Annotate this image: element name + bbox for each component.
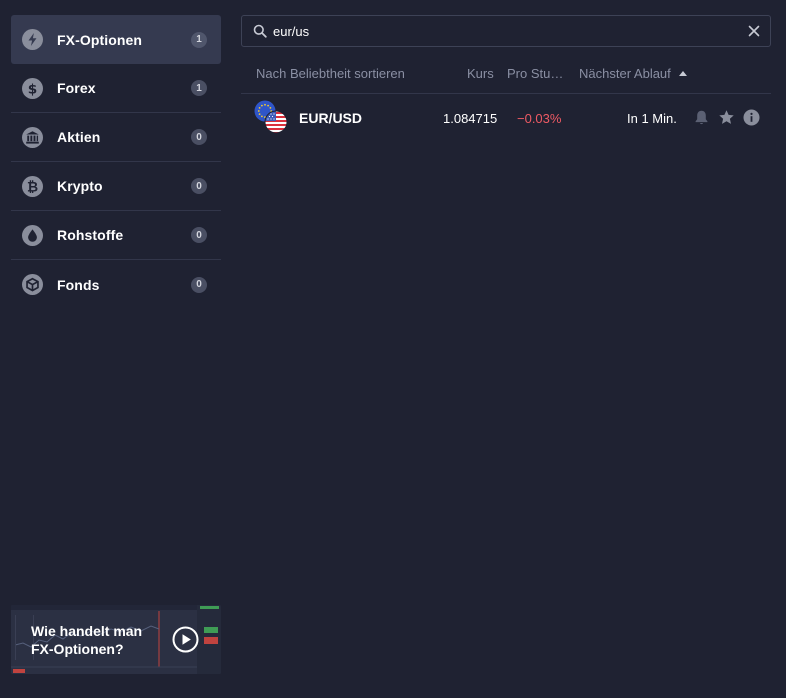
bitcoin-icon: ₿ xyxy=(22,175,43,197)
star-icon[interactable] xyxy=(718,109,735,126)
close-icon[interactable] xyxy=(748,25,760,37)
column-kurs[interactable]: Kurs xyxy=(467,66,494,81)
bank-icon xyxy=(22,126,43,148)
dollar-icon: $ xyxy=(22,77,43,99)
assets-panel: FX-Optionen 1 $ Forex 1 Aktien 0 ₿ Krypt… xyxy=(0,0,786,698)
column-next-expiry[interactable]: Nächster Ablauf xyxy=(579,66,671,81)
drop-icon xyxy=(22,224,43,246)
sidebar-item-label: FX-Optionen xyxy=(57,31,143,48)
hourly-change: −0.03% xyxy=(517,111,562,126)
svg-text:$: $ xyxy=(28,81,38,97)
sort-by-popularity[interactable]: Nach Beliebtheit sortieren xyxy=(256,66,405,81)
tutorial-video-card[interactable]: Wie handelt man FX-Optionen? xyxy=(11,605,221,674)
results-header: Nach Beliebtheit sortieren Kurs Pro Stu…… xyxy=(241,58,771,94)
play-icon[interactable] xyxy=(172,626,199,653)
search-input[interactable] xyxy=(273,16,733,46)
sidebar-item-label: Rohstoffe xyxy=(57,227,124,243)
next-expiry: In 1 Min. xyxy=(627,111,677,126)
sidebar-item-label: Forex xyxy=(57,80,96,96)
lightning-icon xyxy=(22,29,43,50)
count-badge: 1 xyxy=(191,80,207,96)
count-badge: 0 xyxy=(191,129,207,145)
asset-name: EUR/USD xyxy=(299,110,363,126)
currency-pair-flags xyxy=(254,100,288,134)
count-badge: 1 xyxy=(191,31,207,48)
category-sidebar: FX-Optionen 1 $ Forex 1 Aktien 0 ₿ Krypt… xyxy=(11,15,221,309)
us-flag-icon xyxy=(264,110,288,134)
sidebar-item-fx-optionen[interactable]: FX-Optionen 1 xyxy=(11,15,221,64)
bell-icon[interactable] xyxy=(693,109,710,126)
search-box xyxy=(241,15,771,47)
sidebar-item-label: Krypto xyxy=(57,178,103,194)
sidebar-item-fonds[interactable]: Fonds 0 xyxy=(11,260,221,309)
sidebar-item-krypto[interactable]: ₿ Krypto 0 xyxy=(11,162,221,211)
svg-text:₿: ₿ xyxy=(27,179,38,195)
sort-asc-icon xyxy=(679,71,687,76)
asset-row-eur-usd[interactable]: EUR/USD 1.084715 −0.03% In 1 Min. xyxy=(241,94,771,140)
count-badge: 0 xyxy=(191,227,207,243)
count-badge: 0 xyxy=(191,276,207,293)
sidebar-item-aktien[interactable]: Aktien 0 xyxy=(11,113,221,162)
sidebar-item-label: Fonds xyxy=(57,276,100,293)
sidebar-item-forex[interactable]: $ Forex 1 xyxy=(11,64,221,113)
sidebar-item-rohstoffe[interactable]: Rohstoffe 0 xyxy=(11,211,221,260)
sidebar-item-label: Aktien xyxy=(57,129,101,145)
count-badge: 0 xyxy=(191,178,207,194)
tutorial-title: Wie handelt man FX-Optionen? xyxy=(31,623,143,657)
column-pro-stunde[interactable]: Pro Stu… xyxy=(507,66,563,81)
info-icon[interactable] xyxy=(743,109,760,126)
search-icon xyxy=(253,24,267,38)
asset-price: 1.084715 xyxy=(443,111,498,126)
box-icon xyxy=(22,274,43,295)
